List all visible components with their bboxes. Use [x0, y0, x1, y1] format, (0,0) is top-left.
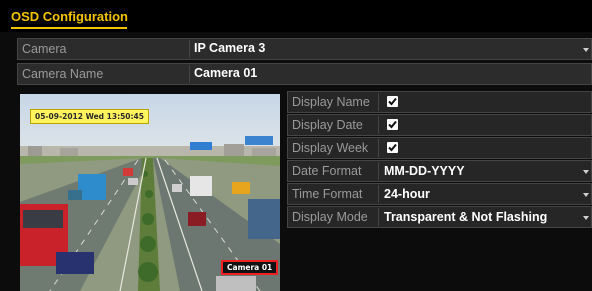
chevron-down-icon	[583, 170, 589, 174]
divider	[189, 65, 190, 83]
display-week-row: Display Week	[287, 137, 592, 159]
page-title: OSD Configuration	[11, 9, 128, 24]
display-week-label: Display Week	[292, 141, 369, 155]
divider	[189, 40, 190, 58]
divider	[378, 162, 379, 180]
camera-name-field[interactable]: Camera Name Camera 01	[17, 63, 592, 85]
chevron-down-icon	[583, 193, 589, 197]
divider	[378, 208, 379, 226]
check-icon	[388, 97, 397, 106]
camera-label: Camera	[22, 42, 67, 56]
display-name-row: Display Name	[287, 91, 592, 113]
camera-name-value: Camera 01	[194, 66, 258, 80]
display-date-label: Display Date	[292, 118, 363, 132]
check-icon	[388, 120, 397, 129]
video-preview[interactable]: 05-09-2012 Wed 13:50:45 Camera 01	[20, 94, 280, 291]
display-date-row: Display Date	[287, 114, 592, 136]
time-format-label: Time Format	[292, 187, 363, 201]
check-icon	[388, 143, 397, 152]
display-week-checkbox[interactable]	[387, 142, 398, 153]
display-name-checkbox[interactable]	[387, 96, 398, 107]
divider	[378, 139, 379, 157]
chevron-down-icon	[583, 216, 589, 220]
divider	[378, 185, 379, 203]
time-format-value: 24-hour	[384, 187, 430, 201]
display-mode-value: Transparent & Not Flashing	[384, 210, 548, 224]
chevron-down-icon	[583, 48, 589, 52]
display-mode-select[interactable]: Display Mode Transparent & Not Flashing	[287, 206, 592, 228]
camera-value: IP Camera 3	[194, 41, 266, 55]
date-format-label: Date Format	[292, 164, 362, 178]
title-underline	[11, 27, 127, 29]
display-name-label: Display Name	[292, 95, 370, 109]
camera-select[interactable]: Camera IP Camera 3	[17, 38, 592, 60]
osd-config-window: OSD Configuration Camera IP Camera 3 Cam…	[0, 0, 592, 291]
osd-camera-name-overlay[interactable]: Camera 01	[221, 260, 279, 275]
camera-name-label: Camera Name	[22, 67, 104, 81]
divider	[378, 93, 379, 111]
osd-date-overlay[interactable]: 05-09-2012 Wed 13:50:45	[30, 109, 149, 124]
divider	[378, 116, 379, 134]
display-date-checkbox[interactable]	[387, 119, 398, 130]
time-format-select[interactable]: Time Format 24-hour	[287, 183, 592, 205]
date-format-select[interactable]: Date Format MM-DD-YYYY	[287, 160, 592, 182]
date-format-value: MM-DD-YYYY	[384, 164, 465, 178]
display-mode-label: Display Mode	[292, 210, 368, 224]
title-bar: OSD Configuration	[0, 0, 592, 32]
